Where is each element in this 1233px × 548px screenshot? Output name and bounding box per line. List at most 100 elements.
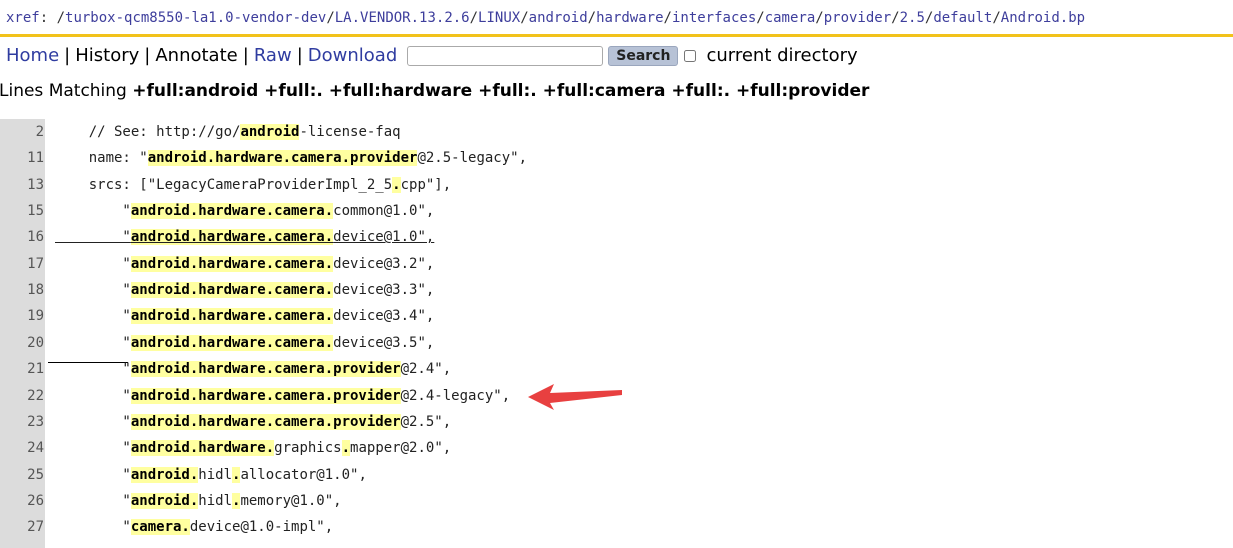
breadcrumb-slash: / (663, 10, 672, 26)
match-highlight: android.hardware.camera.provider (147, 150, 418, 167)
search-button[interactable]: Search (608, 46, 679, 66)
home-link[interactable]: Home (6, 43, 59, 69)
heading-query: +full:android +full:. +full:hardware +fu… (132, 81, 870, 101)
breadcrumb-segment[interactable]: default (933, 10, 992, 26)
line-number[interactable]: 17 (0, 251, 45, 277)
breadcrumb-segment[interactable]: hardware (596, 10, 663, 26)
breadcrumb-segment[interactable]: turbox-qcm8550-la1.0-vendor-dev (65, 10, 326, 26)
line-number[interactable]: 19 (0, 303, 45, 329)
heading-prefix: Lines Matching (0, 81, 133, 101)
download-link[interactable]: Download (308, 43, 397, 69)
line-number[interactable]: 15 (0, 198, 45, 224)
line-text[interactable]: "android.hardware.camera.provider@2.4-le… (55, 383, 510, 409)
code-text: device@1.0", (333, 229, 435, 246)
code-text: memory@1.0", (240, 492, 342, 509)
line-text[interactable]: "android.hardware.camera.provider@2.4", (55, 356, 451, 382)
raw-link[interactable]: Raw (254, 43, 292, 69)
match-highlight: android (240, 124, 300, 140)
line-text[interactable]: "android.hardware.camera.device@3.2", (55, 251, 434, 277)
breadcrumb-slash: / (587, 10, 597, 26)
breadcrumb-segment[interactable]: interfaces (672, 10, 756, 26)
line-text[interactable]: // See: http://go/android-license-faq (55, 119, 401, 145)
breadcrumb-prefix[interactable]: xref (6, 10, 40, 26)
line-number[interactable]: 25 (0, 462, 45, 488)
current-directory-checkbox[interactable] (684, 50, 697, 62)
code-text: common@1.0", (333, 203, 435, 220)
match-highlight: android.hardware.camera. (130, 334, 334, 351)
breadcrumb-segment[interactable]: LINUX (478, 10, 520, 26)
match-highlight: android.hardware.camera. (130, 282, 334, 299)
line-number[interactable]: 26 (0, 488, 45, 514)
breadcrumb-segment[interactable]: provider (824, 10, 891, 26)
line-text[interactable]: "android.hidl.allocator@1.0", (55, 462, 367, 488)
line-text[interactable]: name: "android.hardware.camera.provider@… (55, 145, 527, 171)
toolbar: Home | History | Annotate | Raw | Downlo… (6, 43, 858, 69)
line-text[interactable]: srcs: ["LegacyCameraProviderImpl_2_5.cpp… (55, 172, 451, 198)
line-number[interactable]: 18 (0, 277, 45, 303)
nav-separator: | (64, 45, 71, 66)
line-number[interactable]: 16 (0, 224, 45, 250)
breadcrumb-slash: / (891, 10, 900, 26)
match-highlight: . (341, 440, 351, 457)
code-text: " (55, 466, 131, 483)
match-highlight: android.hardware.camera.provider (130, 413, 401, 430)
breadcrumb-segment[interactable]: 2.5 (900, 10, 925, 26)
line-text[interactable]: "android.hardware.camera.device@1.0", (55, 224, 434, 250)
code-text: " (55, 361, 131, 378)
breadcrumb-slash: / (326, 10, 335, 26)
line-text[interactable]: "android.hidl.memory@1.0", (55, 488, 342, 514)
line-number[interactable]: 21 (0, 356, 45, 382)
code-text: " (55, 519, 131, 536)
line-number[interactable]: 24 (0, 435, 45, 461)
match-highlight: android.hardware.camera. (130, 229, 334, 246)
line-text[interactable]: "camera.device@1.0-impl", (55, 514, 333, 540)
code-text: device@3.3", (333, 282, 435, 299)
nav-separator: | (296, 45, 303, 66)
code-listing: 2 // See: http://go/android-license-faq 1… (0, 119, 1233, 548)
breadcrumb-segment[interactable]: LA.VENDOR.13.2.6 (335, 10, 470, 26)
code-text: device@1.0-impl", (189, 519, 334, 536)
breadcrumb-slash: / (815, 10, 824, 26)
breadcrumb-segment[interactable]: camera (765, 10, 816, 26)
code-text: hidl (198, 492, 233, 509)
code-text: name: " (55, 150, 148, 167)
line-text[interactable]: "android.hardware.camera.provider@2.5", (55, 409, 451, 435)
line-text[interactable]: "android.hardware.graphics.mapper@2.0", (55, 435, 451, 461)
match-highlight: android. (130, 492, 199, 509)
match-highlight: android.hardware.camera.provider (130, 387, 401, 404)
match-highlight: android.hardware.camera. (130, 203, 334, 220)
match-highlight: . (392, 176, 401, 193)
code-text: -license-faq (299, 124, 401, 140)
search-input[interactable] (407, 46, 604, 66)
code-text: hidl (198, 466, 233, 483)
line-number[interactable]: 13 (0, 172, 45, 198)
breadcrumb-segment[interactable]: android (529, 10, 588, 26)
match-highlight: android.hardware.camera.provider (130, 361, 401, 378)
code-text: " (55, 440, 131, 457)
line-number[interactable]: 2 (0, 119, 45, 145)
history-link[interactable]: History (75, 43, 139, 69)
code-text: // See: http://go/ (55, 124, 241, 140)
line-number[interactable]: 22 (0, 383, 45, 409)
code-text: mapper@2.0", (350, 440, 452, 457)
code-text: " (55, 308, 131, 325)
line-text[interactable]: "android.hardware.camera.device@3.4", (55, 303, 434, 329)
code-text: " (55, 492, 131, 509)
line-number[interactable]: 23 (0, 409, 45, 435)
code-text: " (55, 255, 131, 272)
line-number[interactable]: 27 (0, 514, 45, 540)
annotate-link[interactable]: Annotate (155, 43, 237, 69)
line-number[interactable]: 20 (0, 330, 45, 356)
line-number[interactable]: 11 (0, 145, 45, 171)
code-text: device@3.4", (333, 308, 435, 325)
code-text: " (55, 203, 131, 220)
breadcrumb-slash: / (756, 10, 765, 26)
line-text[interactable]: "android.hardware.camera.device@3.3", (55, 277, 434, 303)
breadcrumb-slash: / (520, 10, 529, 26)
code-text: " (55, 282, 131, 299)
code-text: @2.5-legacy", (417, 150, 528, 167)
line-text[interactable]: "android.hardware.camera.common@1.0", (55, 198, 434, 224)
breadcrumb-segment[interactable]: Android.bp (1001, 10, 1085, 26)
arrow-left-icon (528, 384, 622, 410)
line-text[interactable]: "android.hardware.camera.device@3.5", (55, 330, 434, 356)
